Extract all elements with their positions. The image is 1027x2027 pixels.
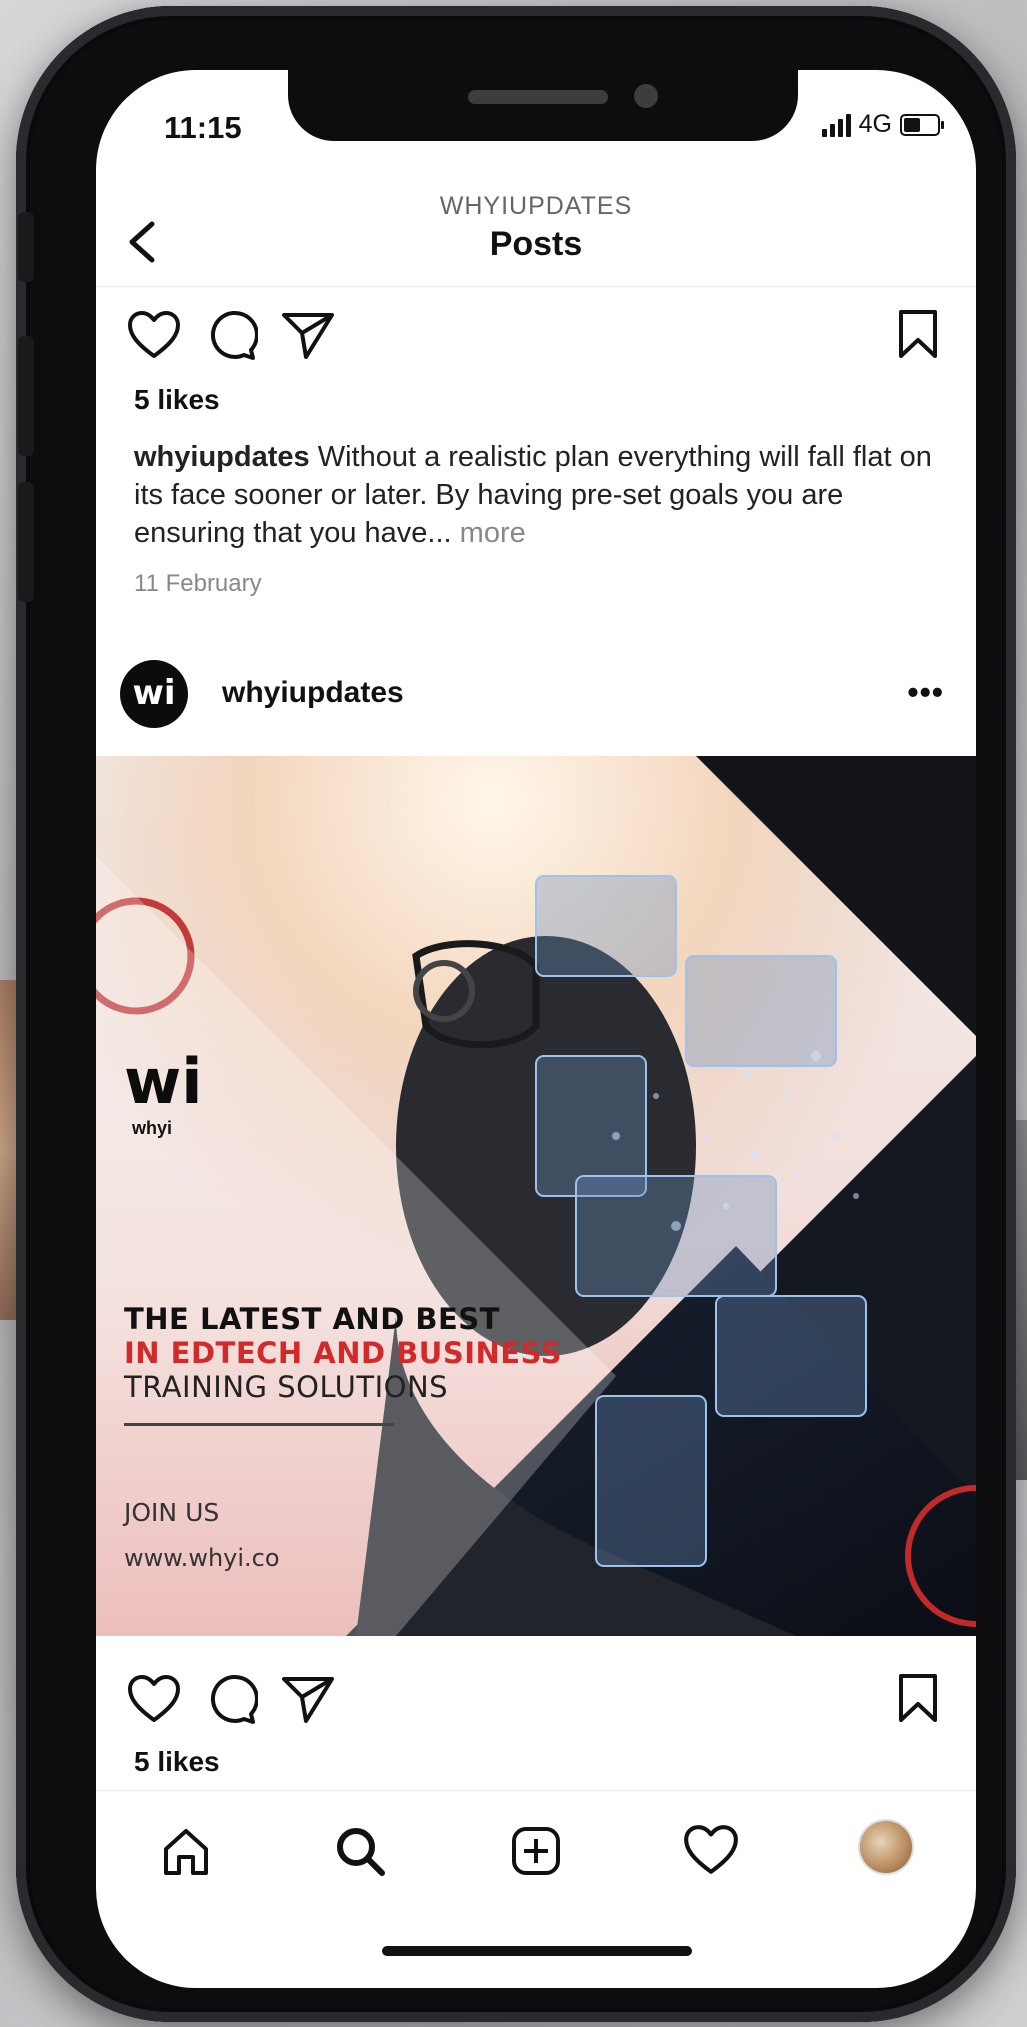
- send-icon[interactable]: [280, 309, 336, 361]
- heart-icon[interactable]: [126, 1673, 182, 1725]
- page-header: WHYIUPDATES Posts: [96, 180, 976, 287]
- search-icon[interactable]: [332, 1823, 388, 1879]
- caption-username[interactable]: whyiupdates: [134, 441, 310, 473]
- home-icon[interactable]: [158, 1823, 214, 1879]
- more-options-icon[interactable]: •••: [907, 674, 944, 711]
- volume-down-button: [18, 482, 34, 602]
- battery-icon: [900, 113, 944, 136]
- volume-up-button: [18, 336, 34, 456]
- post-date: 11 February: [134, 570, 262, 597]
- silent-switch: [18, 212, 34, 282]
- avatar[interactable]: wi: [120, 660, 188, 728]
- post-actions: [96, 296, 976, 366]
- cta-text: JOIN US: [124, 1498, 220, 1527]
- headline-line-1: THE LATEST AND BEST: [124, 1302, 500, 1336]
- profile-avatar[interactable]: [858, 1819, 914, 1875]
- post-image-artwork: [96, 756, 976, 1636]
- more-link[interactable]: more: [452, 517, 526, 549]
- home-indicator[interactable]: [382, 1946, 692, 1956]
- comment-icon[interactable]: [204, 308, 258, 362]
- send-icon[interactable]: [280, 1673, 336, 1725]
- network-type: 4G: [858, 110, 892, 138]
- post-image[interactable]: wi whyi THE LATEST AND BEST IN EDTECH AN…: [96, 756, 976, 1636]
- status-icons: 4G: [821, 110, 944, 139]
- account-name: WHYIUPDATES: [439, 192, 633, 220]
- bookmark-icon[interactable]: [896, 1672, 940, 1724]
- signal-icon: [821, 113, 851, 137]
- speaker: [468, 90, 608, 104]
- post-username[interactable]: whyiupdates: [222, 676, 404, 710]
- headline-line-3: TRAINING SOLUTIONS: [124, 1370, 449, 1404]
- comment-icon[interactable]: [204, 1672, 258, 1726]
- likes-count[interactable]: 5 likes: [134, 384, 220, 416]
- phone-frame: 11:15 4G WHYIUPDATES Posts 5 likes whyiu…: [16, 6, 1016, 2022]
- headline-line-2: IN EDTECH AND BUSINESS: [124, 1336, 563, 1370]
- add-post-icon[interactable]: [508, 1823, 564, 1879]
- post-header: wi whyiupdates •••: [96, 646, 976, 742]
- post-actions: [96, 1660, 976, 1730]
- heart-icon[interactable]: [126, 309, 182, 361]
- likes-count[interactable]: 5 likes: [134, 1746, 220, 1778]
- website-url: www.whyi.co: [124, 1544, 280, 1572]
- notch: [288, 70, 798, 141]
- phone-screen: 11:15 4G WHYIUPDATES Posts 5 likes whyiu…: [96, 70, 976, 1988]
- brand-logo: wi: [124, 1045, 203, 1118]
- bookmark-icon[interactable]: [896, 308, 940, 360]
- activity-heart-icon[interactable]: [682, 1823, 740, 1877]
- bottom-navigation: [96, 1790, 976, 1901]
- status-time: 11:15: [164, 110, 242, 145]
- page-title: Posts: [489, 225, 583, 263]
- divider: [124, 1423, 394, 1426]
- post-caption: whyiupdates Without a realistic plan eve…: [134, 438, 942, 552]
- front-camera: [634, 84, 658, 108]
- brand-name: whyi: [132, 1118, 173, 1138]
